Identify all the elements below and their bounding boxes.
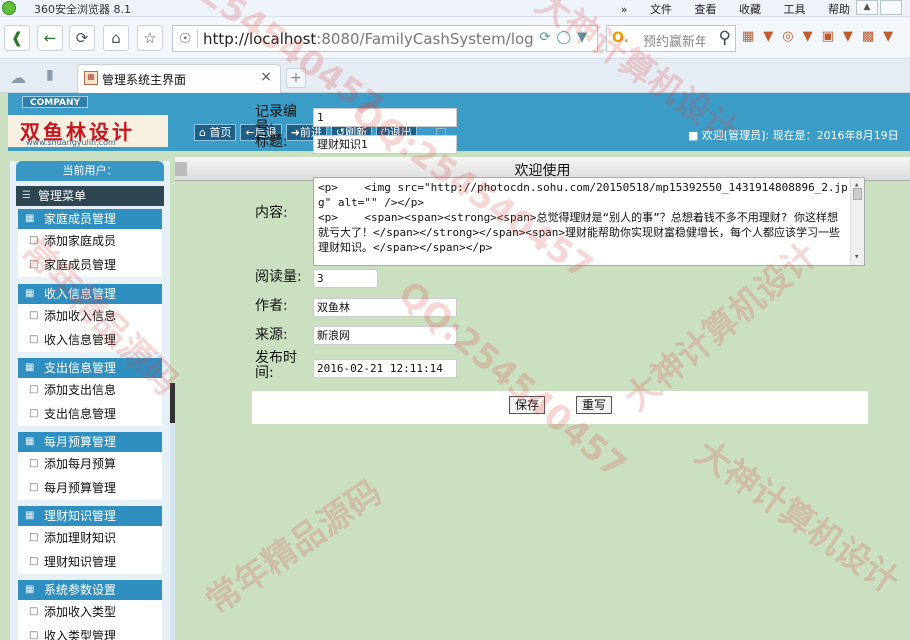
- group-header[interactable]: 支出信息管理: [18, 358, 162, 378]
- menu-tools[interactable]: 工具: [784, 3, 806, 16]
- search-placeholder: 预约赢新年: [643, 35, 705, 50]
- sidebar-collapse-handle[interactable]: [170, 383, 175, 423]
- browser-logo-icon: [2, 1, 16, 15]
- window-titlebar: 360安全浏览器 8.1 » 文件 查看 收藏 工具 帮助 ▲: [0, 0, 910, 17]
- id-field[interactable]: 1: [313, 108, 457, 127]
- search-box[interactable]: O. 预约赢新年 ⚲: [606, 25, 736, 52]
- browser-menu: » 文件 查看 收藏 工具 帮助: [602, 1, 850, 17]
- sidebar-item-add-expense[interactable]: 添加支出信息: [18, 378, 162, 402]
- extension-icons[interactable]: ▦▼◎▼▣▼▩▼: [742, 29, 902, 44]
- sidebar-item-add-budget[interactable]: 添加每月预算: [18, 452, 162, 476]
- search-engine-icon[interactable]: O.: [612, 30, 629, 46]
- address-bar[interactable]: ☉ http://localhost:8080/FamilyCashSystem…: [172, 25, 598, 52]
- reads-field[interactable]: 3: [313, 269, 378, 288]
- sidebar-group-expense: 支出信息管理 添加支出信息 支出信息管理: [18, 358, 162, 426]
- menu-help[interactable]: 帮助: [828, 3, 850, 16]
- sidebar-item-manage-member[interactable]: 家庭成员管理: [18, 253, 162, 277]
- id-label: 记录编号:: [255, 104, 297, 135]
- content-label: 内容:: [255, 205, 288, 221]
- sidebar-group-members: 家庭成员管理 添加家庭成员 家庭成员管理: [18, 209, 162, 277]
- group-header[interactable]: 家庭成员管理: [18, 209, 162, 229]
- back-button[interactable]: ←: [37, 25, 63, 51]
- form-actions: 保存 重写: [252, 391, 868, 424]
- group-header[interactable]: 系统参数设置: [18, 580, 162, 600]
- page-icon: ▦: [84, 71, 98, 85]
- company-tag: COMPANY: [22, 96, 88, 108]
- minimize-button[interactable]: [880, 0, 902, 15]
- logo: 双鱼林设计 www.shuangyulin.com: [8, 115, 168, 147]
- reads-label: 阅读量:: [255, 269, 302, 285]
- menu-file[interactable]: 文件: [650, 3, 672, 16]
- address-url[interactable]: http://localhost:8080/FamilyCashSystem/l…: [203, 30, 533, 48]
- shield-icon[interactable]: ☉: [179, 31, 192, 47]
- tab-title: 管理系统主界面: [102, 73, 187, 87]
- save-button[interactable]: 保存: [509, 396, 546, 414]
- skin-button[interactable]: ▲: [856, 0, 878, 15]
- date-field[interactable]: 2016-02-21 12:11:14: [313, 359, 457, 378]
- sidebar-group-settings: 系统参数设置 添加收入类型 收入类型管理: [18, 580, 162, 640]
- sidebar: 当前用户： 管理菜单 家庭成员管理 添加家庭成员 家庭成员管理 收入信息管理 添…: [10, 161, 170, 640]
- sidebar-item-add-income-type[interactable]: 添加收入类型: [18, 600, 162, 624]
- back-icon[interactable]: ❰: [4, 25, 30, 51]
- welcome-text: ■ 欢迎[管理员]: 现在是：2016年8月19日: [688, 129, 899, 142]
- sidebar-toggle-icon[interactable]: ▮: [46, 67, 54, 83]
- logo-url: www.shuangyulin.com: [26, 138, 116, 147]
- address-action-icons[interactable]: ⟳◯▼: [540, 30, 593, 45]
- title-label: 标题:: [255, 134, 288, 150]
- current-user: 当前用户：: [16, 161, 164, 181]
- sidebar-item-manage-income[interactable]: 收入信息管理: [18, 328, 162, 352]
- window-title: 360安全浏览器 8.1: [34, 3, 131, 16]
- sidebar-group-knowledge: 理财知识管理 添加理财知识 理财知识管理: [18, 506, 162, 574]
- source-field[interactable]: 新浪网: [313, 326, 457, 345]
- source-label: 来源:: [255, 327, 288, 343]
- new-tab-button[interactable]: +: [286, 68, 306, 88]
- scroll-thumb[interactable]: [853, 188, 862, 200]
- sidebar-divider: [170, 423, 175, 640]
- menu-view[interactable]: 查看: [695, 3, 717, 16]
- menu-title: 管理菜单: [16, 186, 164, 206]
- sidebar-item-manage-budget[interactable]: 每月预算管理: [18, 476, 162, 500]
- sidebar-group-income: 收入信息管理 添加收入信息 收入信息管理: [18, 284, 162, 352]
- sidebar-group-budget: 每月预算管理 添加每月预算 每月预算管理: [18, 432, 162, 500]
- textarea-scrollbar[interactable]: [850, 178, 864, 265]
- sidebar-item-add-income[interactable]: 添加收入信息: [18, 304, 162, 328]
- home-button[interactable]: ⌂ 首页: [194, 124, 237, 141]
- home-icon[interactable]: ⌂: [103, 25, 129, 51]
- tab-main[interactable]: ▦ 管理系统主界面 ×: [77, 64, 281, 93]
- group-header[interactable]: 收入信息管理: [18, 284, 162, 304]
- browser-toolbar: ❰ ← ⟳ ⌂ ☆ ☉ http://localhost:8080/Family…: [0, 17, 910, 59]
- reset-button[interactable]: 重写: [576, 396, 613, 414]
- menu-favorites[interactable]: 收藏: [739, 3, 761, 16]
- close-icon[interactable]: ×: [260, 69, 272, 85]
- group-header[interactable]: 每月预算管理: [18, 432, 162, 452]
- refresh-icon[interactable]: ⟳: [69, 25, 95, 51]
- sidebar-item-manage-expense[interactable]: 支出信息管理: [18, 402, 162, 426]
- group-header[interactable]: 理财知识管理: [18, 506, 162, 526]
- sidebar-item-add-knowledge[interactable]: 添加理财知识: [18, 526, 162, 550]
- content-textarea[interactable]: <p> <img src="http://photocdn.sohu.com/2…: [313, 177, 865, 266]
- sidebar-item-manage-knowledge[interactable]: 理财知识管理: [18, 550, 162, 574]
- title-field[interactable]: 理财知识1: [313, 135, 457, 154]
- search-icon[interactable]: ⚲: [719, 28, 731, 48]
- sidebar-item-add-member[interactable]: 添加家庭成员: [18, 229, 162, 253]
- author-label: 作者:: [255, 298, 288, 314]
- star-icon[interactable]: ☆: [137, 25, 163, 51]
- tab-bar: ☁ ▮ ▦ 管理系统主界面 × +: [0, 59, 910, 93]
- app-header: COMPANY 双鱼林设计 www.shuangyulin.com ⌂ 首页 ←后…: [8, 93, 910, 151]
- sidebar-item-manage-income-type[interactable]: 收入类型管理: [18, 624, 162, 640]
- menu-more[interactable]: »: [621, 3, 628, 16]
- author-field[interactable]: 双鱼林: [313, 298, 457, 317]
- cloud-icon[interactable]: ☁: [10, 68, 26, 87]
- date-label: 发布时间:: [255, 350, 297, 381]
